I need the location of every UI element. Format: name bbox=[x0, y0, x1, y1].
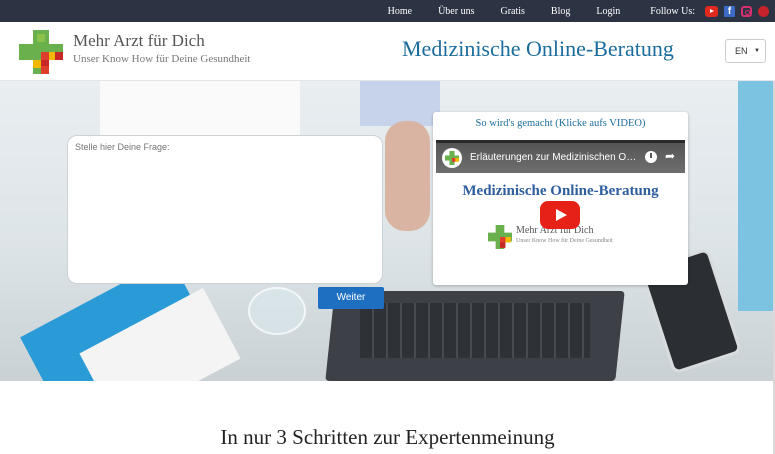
site-header: Mehr Arzt für Dich Unser Know How für De… bbox=[0, 22, 775, 81]
language-value: EN bbox=[735, 46, 748, 56]
nav-link-home[interactable]: Home bbox=[388, 6, 412, 17]
channel-logo-icon bbox=[445, 151, 459, 165]
background-hand bbox=[385, 121, 430, 231]
background-folder bbox=[738, 81, 775, 311]
follow-us-label: Follow Us: bbox=[650, 5, 695, 17]
question-input[interactable] bbox=[68, 136, 382, 283]
channel-avatar[interactable] bbox=[442, 148, 462, 168]
video-logo-icon bbox=[488, 225, 512, 249]
brand-tagline: Unser Know How für Deine Gesundheit bbox=[73, 53, 251, 65]
logo-icon[interactable] bbox=[19, 30, 63, 74]
video-player[interactable]: Medizinische Online-Beratung Mehr Arzt f… bbox=[436, 140, 685, 285]
video-tagline: Unser Know How für Deine Gesundheit bbox=[516, 238, 613, 244]
nav-link-blog[interactable]: Blog bbox=[551, 6, 570, 17]
chevron-down-icon: ▼ bbox=[754, 48, 760, 54]
page-title: Medizinische Online-Beratung bbox=[402, 36, 674, 61]
language-select[interactable]: EN ▼ bbox=[725, 39, 766, 63]
pinterest-icon[interactable] bbox=[758, 5, 769, 17]
background-paper bbox=[100, 81, 300, 141]
youtube-icon[interactable] bbox=[705, 5, 718, 17]
top-nav: Home Über uns Gratis Blog Login bbox=[362, 6, 621, 17]
watch-later-icon[interactable] bbox=[645, 151, 657, 163]
background-glass bbox=[248, 287, 306, 335]
video-title-bar: Erläuterungen zur Medizinischen Online-B… bbox=[436, 143, 685, 173]
video-card-title: So wird's gemacht (Klicke aufs VIDEO) bbox=[475, 118, 646, 129]
background-keyboard bbox=[360, 303, 590, 358]
top-navigation-bar: Home Über uns Gratis Blog Login Follow U… bbox=[0, 0, 775, 22]
section-title: In nur 3 Schritten zur Expertenmeinung bbox=[220, 425, 555, 449]
question-box bbox=[67, 135, 383, 284]
video-title[interactable]: Erläuterungen zur Medizinischen Online-B… bbox=[470, 152, 640, 163]
brand-name[interactable]: Mehr Arzt für Dich bbox=[73, 31, 205, 51]
background-arm bbox=[360, 81, 440, 126]
share-icon[interactable]: ➦ bbox=[665, 149, 675, 163]
video-heading: Medizinische Online-Beratung bbox=[462, 183, 659, 199]
video-card: So wird's gemacht (Klicke aufs VIDEO) Me… bbox=[433, 112, 688, 285]
nav-link-login[interactable]: Login bbox=[596, 6, 620, 17]
nav-link-free[interactable]: Gratis bbox=[500, 6, 524, 17]
play-icon[interactable] bbox=[540, 201, 580, 229]
nav-link-about[interactable]: Über uns bbox=[438, 6, 474, 17]
instagram-icon[interactable] bbox=[741, 5, 752, 17]
facebook-icon[interactable]: f bbox=[724, 5, 735, 17]
submit-button[interactable]: Weiter bbox=[318, 287, 384, 309]
